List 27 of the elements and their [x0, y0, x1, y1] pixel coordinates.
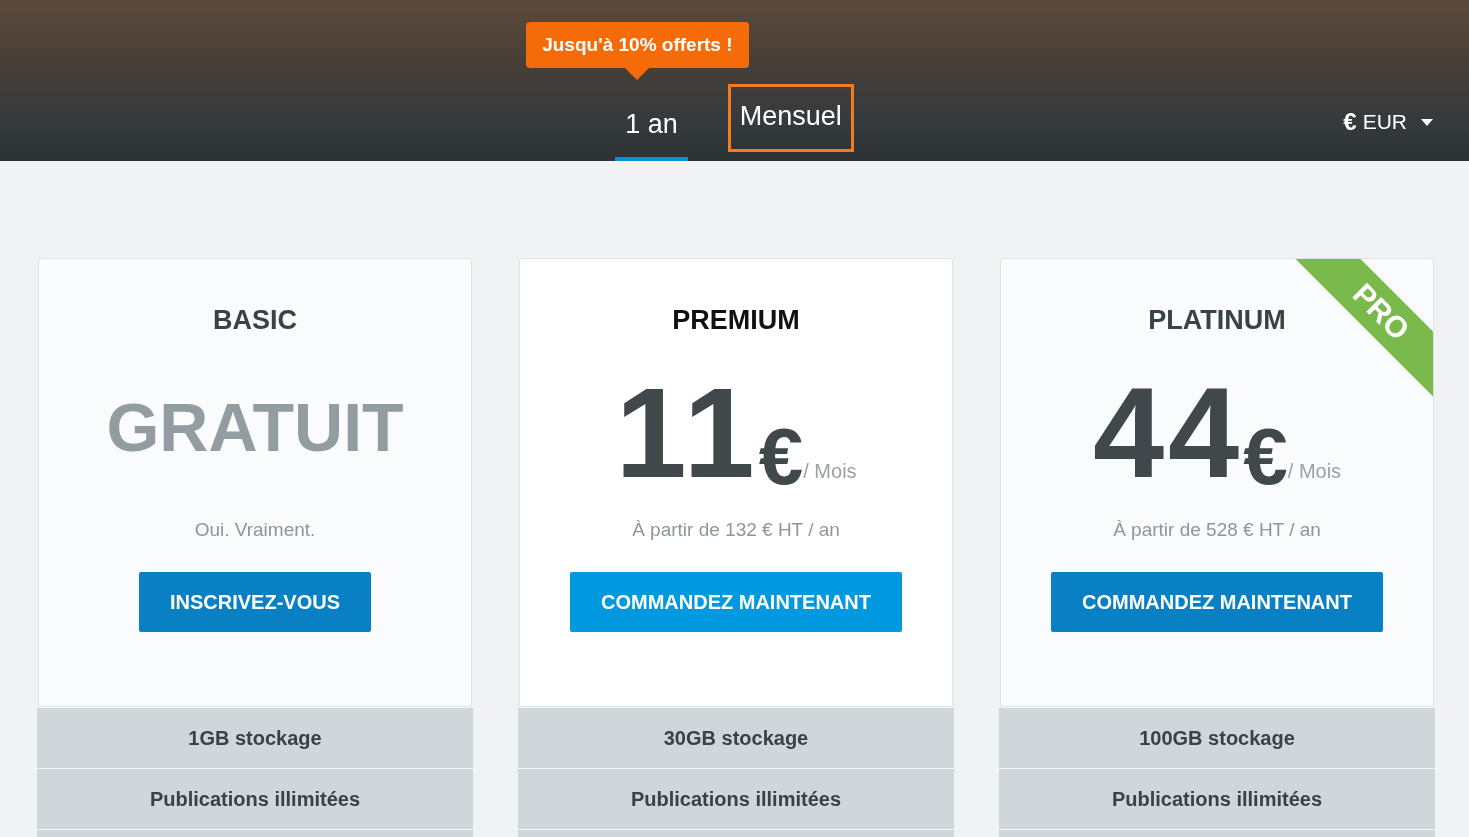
price-amount: 11	[615, 368, 759, 497]
billing-tab[interactable]: Mensuel	[727, 84, 854, 152]
plan-price: GRATUIT	[106, 387, 404, 466]
feature-row: Publications illimitées	[518, 768, 954, 829]
plan-subtitle: Oui. Vraiment.	[194, 519, 316, 541]
feature-row: 30GB stockage	[518, 707, 954, 768]
price-currency: €	[758, 416, 804, 497]
feature-row: 1GB stockage	[37, 707, 473, 768]
plan-title: PREMIUM	[672, 305, 800, 336]
currency-dropdown[interactable]: € EUR	[1337, 107, 1439, 137]
billing-tab[interactable]: 1 an	[615, 91, 688, 161]
plan-subtitle: À partir de 132 € HT / an	[632, 519, 840, 541]
price-amount: 44	[1092, 368, 1244, 497]
price-period: / Mois	[803, 459, 857, 482]
tooltip-pointer-icon	[625, 68, 650, 80]
order-button[interactable]: INSCRIVEZ-VOUS	[139, 572, 371, 632]
feature-row: Publications illimitées	[999, 768, 1435, 829]
feature-row: 100GB stockage	[999, 707, 1435, 768]
caret-icon	[1421, 118, 1433, 126]
order-button[interactable]: COMMANDEZ MAINTENANT	[1051, 572, 1383, 632]
plan-title: PLATINUM	[1148, 305, 1286, 336]
feature-row: Publications illimitées	[37, 768, 473, 829]
plan-title: BASIC	[213, 305, 297, 336]
promo-tooltip: Jusqu'à 10% offerts !	[526, 22, 749, 80]
price-period: / Mois	[1287, 459, 1342, 483]
plan-subtitle: À partir de 528 € HT / an	[1113, 519, 1321, 541]
price-currency: €	[1243, 416, 1288, 497]
